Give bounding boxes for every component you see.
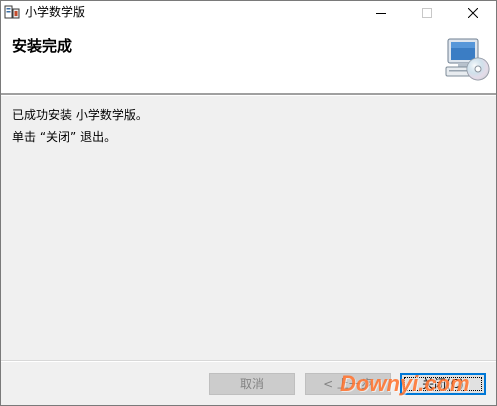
app-icon — [4, 4, 20, 20]
window-title: 小学数学版 — [25, 5, 86, 19]
maximize-button — [404, 1, 450, 23]
minimize-icon — [376, 3, 386, 22]
exit-instruction-message: 单击 “关闭” 退出。 — [12, 130, 117, 144]
installer-cd-computer-icon — [442, 35, 490, 83]
close-icon — [467, 3, 479, 22]
header-banner: 安装完成 — [1, 23, 496, 93]
maximize-icon — [422, 3, 432, 22]
title-bar: 小学数学版 — [1, 1, 496, 23]
minimize-button[interactable] — [358, 1, 404, 23]
site-watermark: Downyi.com — [340, 371, 470, 396]
cancel-button: 取消 — [209, 373, 295, 395]
header-divider — [1, 93, 496, 96]
window-close-button[interactable] — [450, 1, 496, 23]
installer-window: 小学数学版 安装完成 已成功安装 小学数学版。 单击 “关闭” 退出。 取消 <… — [0, 0, 497, 406]
install-success-message: 已成功安装 小学数学版。 — [12, 108, 148, 122]
page-title: 安装完成 — [12, 37, 73, 55]
footer-divider — [1, 360, 496, 362]
